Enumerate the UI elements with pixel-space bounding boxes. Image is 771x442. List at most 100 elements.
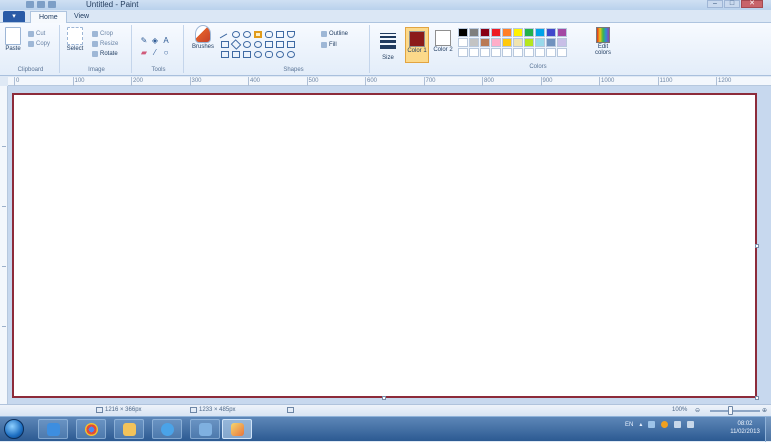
palette-swatch[interactable] [480,48,490,57]
redo-icon[interactable] [48,1,56,8]
eraser-icon[interactable]: ▰ [140,49,148,57]
palette-swatch[interactable] [502,28,512,37]
palette-swatch[interactable] [546,38,556,47]
taskbar-app-media-player[interactable] [38,419,68,439]
taskbar-app-explorer[interactable] [114,419,144,439]
maximize-button[interactable]: □ [724,0,740,8]
save-icon[interactable] [26,1,34,8]
palette-swatch[interactable] [535,28,545,37]
arrow-down-shape-icon[interactable] [221,51,229,58]
resize-button[interactable]: Resize [92,41,118,47]
palette-swatch[interactable] [535,48,545,57]
curve-shape-icon[interactable] [232,31,240,38]
fill-bucket-icon[interactable]: ◈ [151,37,159,45]
drawing-canvas[interactable] [12,93,757,398]
rotate-button[interactable]: Rotate [92,51,118,57]
oval-shape-icon[interactable] [243,31,251,38]
rectangle-shape-icon[interactable] [254,31,262,38]
palette-swatch[interactable] [469,38,479,47]
cut-button[interactable]: Cut [28,31,45,37]
palette-swatch[interactable] [458,28,468,37]
taskbar-app-network[interactable] [190,419,220,439]
palette-swatch[interactable] [513,28,523,37]
minimize-button[interactable]: – [707,0,723,8]
size-button[interactable] [380,33,396,51]
palette-swatch[interactable] [458,48,468,57]
taskbar-app-paint[interactable] [222,419,252,439]
callout-rect-shape-icon[interactable] [265,51,273,58]
palette-swatch[interactable] [469,28,479,37]
arrow-right-shape-icon[interactable] [265,41,273,48]
start-button[interactable] [4,419,24,439]
zoom-slider-track[interactable] [710,410,760,412]
star-six-shape-icon[interactable] [254,51,262,58]
brushes-button[interactable]: Brushes [190,25,216,50]
paste-button[interactable]: Paste [3,27,23,52]
taskbar-app-ie[interactable] [152,419,182,439]
palette-swatch[interactable] [546,28,556,37]
select-button[interactable]: Select [65,27,85,52]
palette-swatch[interactable] [502,48,512,57]
palette-swatch[interactable] [458,38,468,47]
resize-handle-corner[interactable] [755,396,759,400]
outline-button[interactable]: Outline [321,31,348,37]
palette-swatch[interactable] [469,48,479,57]
canvas-workspace[interactable] [8,86,771,404]
palette-swatch[interactable] [524,48,534,57]
shapes-gallery[interactable] [219,31,313,59]
star-four-shape-icon[interactable] [232,51,240,58]
fill-button[interactable]: Fill [321,42,337,48]
crop-button[interactable]: Crop [92,31,113,37]
palette-swatch[interactable] [491,38,501,47]
pentagon-shape-icon[interactable] [243,41,251,48]
palette-swatch[interactable] [557,48,567,57]
star-five-shape-icon[interactable] [243,51,251,58]
palette-swatch[interactable] [557,38,567,47]
palette-swatch[interactable] [491,48,501,57]
arrow-left-shape-icon[interactable] [276,41,284,48]
network-status-icon[interactable] [687,421,695,428]
resize-handle-bottom[interactable] [382,396,386,400]
polygon-shape-icon[interactable] [276,31,284,38]
rounded-rectangle-shape-icon[interactable] [265,31,273,38]
arrow-up-shape-icon[interactable] [287,41,295,48]
diamond-shape-icon[interactable] [230,39,242,50]
undo-icon[interactable] [37,1,45,8]
callout-cloud-shape-icon[interactable] [287,51,295,58]
palette-swatch[interactable] [535,38,545,47]
file-menu-button[interactable]: ▾ [3,11,25,22]
color1-button[interactable]: Color 1 [405,27,429,63]
palette-swatch[interactable] [491,28,501,37]
color2-button[interactable]: Color 2 [431,27,455,63]
palette-swatch[interactable] [513,48,523,57]
right-triangle-shape-icon[interactable] [221,41,229,48]
magnifier-icon[interactable]: ○ [162,49,170,57]
triangle-shape-icon[interactable] [287,31,295,38]
show-desktop-button[interactable] [765,417,771,442]
palette-swatch[interactable] [524,28,534,37]
speaker-icon[interactable] [674,421,682,428]
palette-swatch[interactable] [524,38,534,47]
zoom-out-button[interactable]: ⊖ [695,407,700,414]
taskbar-app-chrome[interactable] [76,419,106,439]
tray-expand-icon[interactable]: ▴ [639,421,642,428]
pencil-icon[interactable]: ✎ [140,37,148,45]
resize-handle-right[interactable] [755,244,759,248]
palette-swatch[interactable] [513,38,523,47]
zoom-in-button[interactable]: ⊕ [762,407,767,414]
tab-home[interactable]: Home [30,11,67,23]
text-tool-icon[interactable]: A [162,37,170,45]
clock[interactable]: 08:02 11/02/2013 [727,420,763,436]
palette-swatch[interactable] [480,28,490,37]
edit-colors-button[interactable]: Edit colors [590,27,616,56]
palette-swatch[interactable] [480,38,490,47]
palette-swatch[interactable] [502,38,512,47]
close-button[interactable]: ✕ [741,0,763,8]
tab-view[interactable]: View [66,11,97,23]
zoom-slider-thumb[interactable] [728,406,733,415]
palette-swatch[interactable] [546,48,556,57]
hexagon-shape-icon[interactable] [254,41,262,48]
callout-oval-shape-icon[interactable] [276,51,284,58]
notification-icon[interactable] [661,421,669,428]
flag-icon[interactable] [648,421,656,428]
